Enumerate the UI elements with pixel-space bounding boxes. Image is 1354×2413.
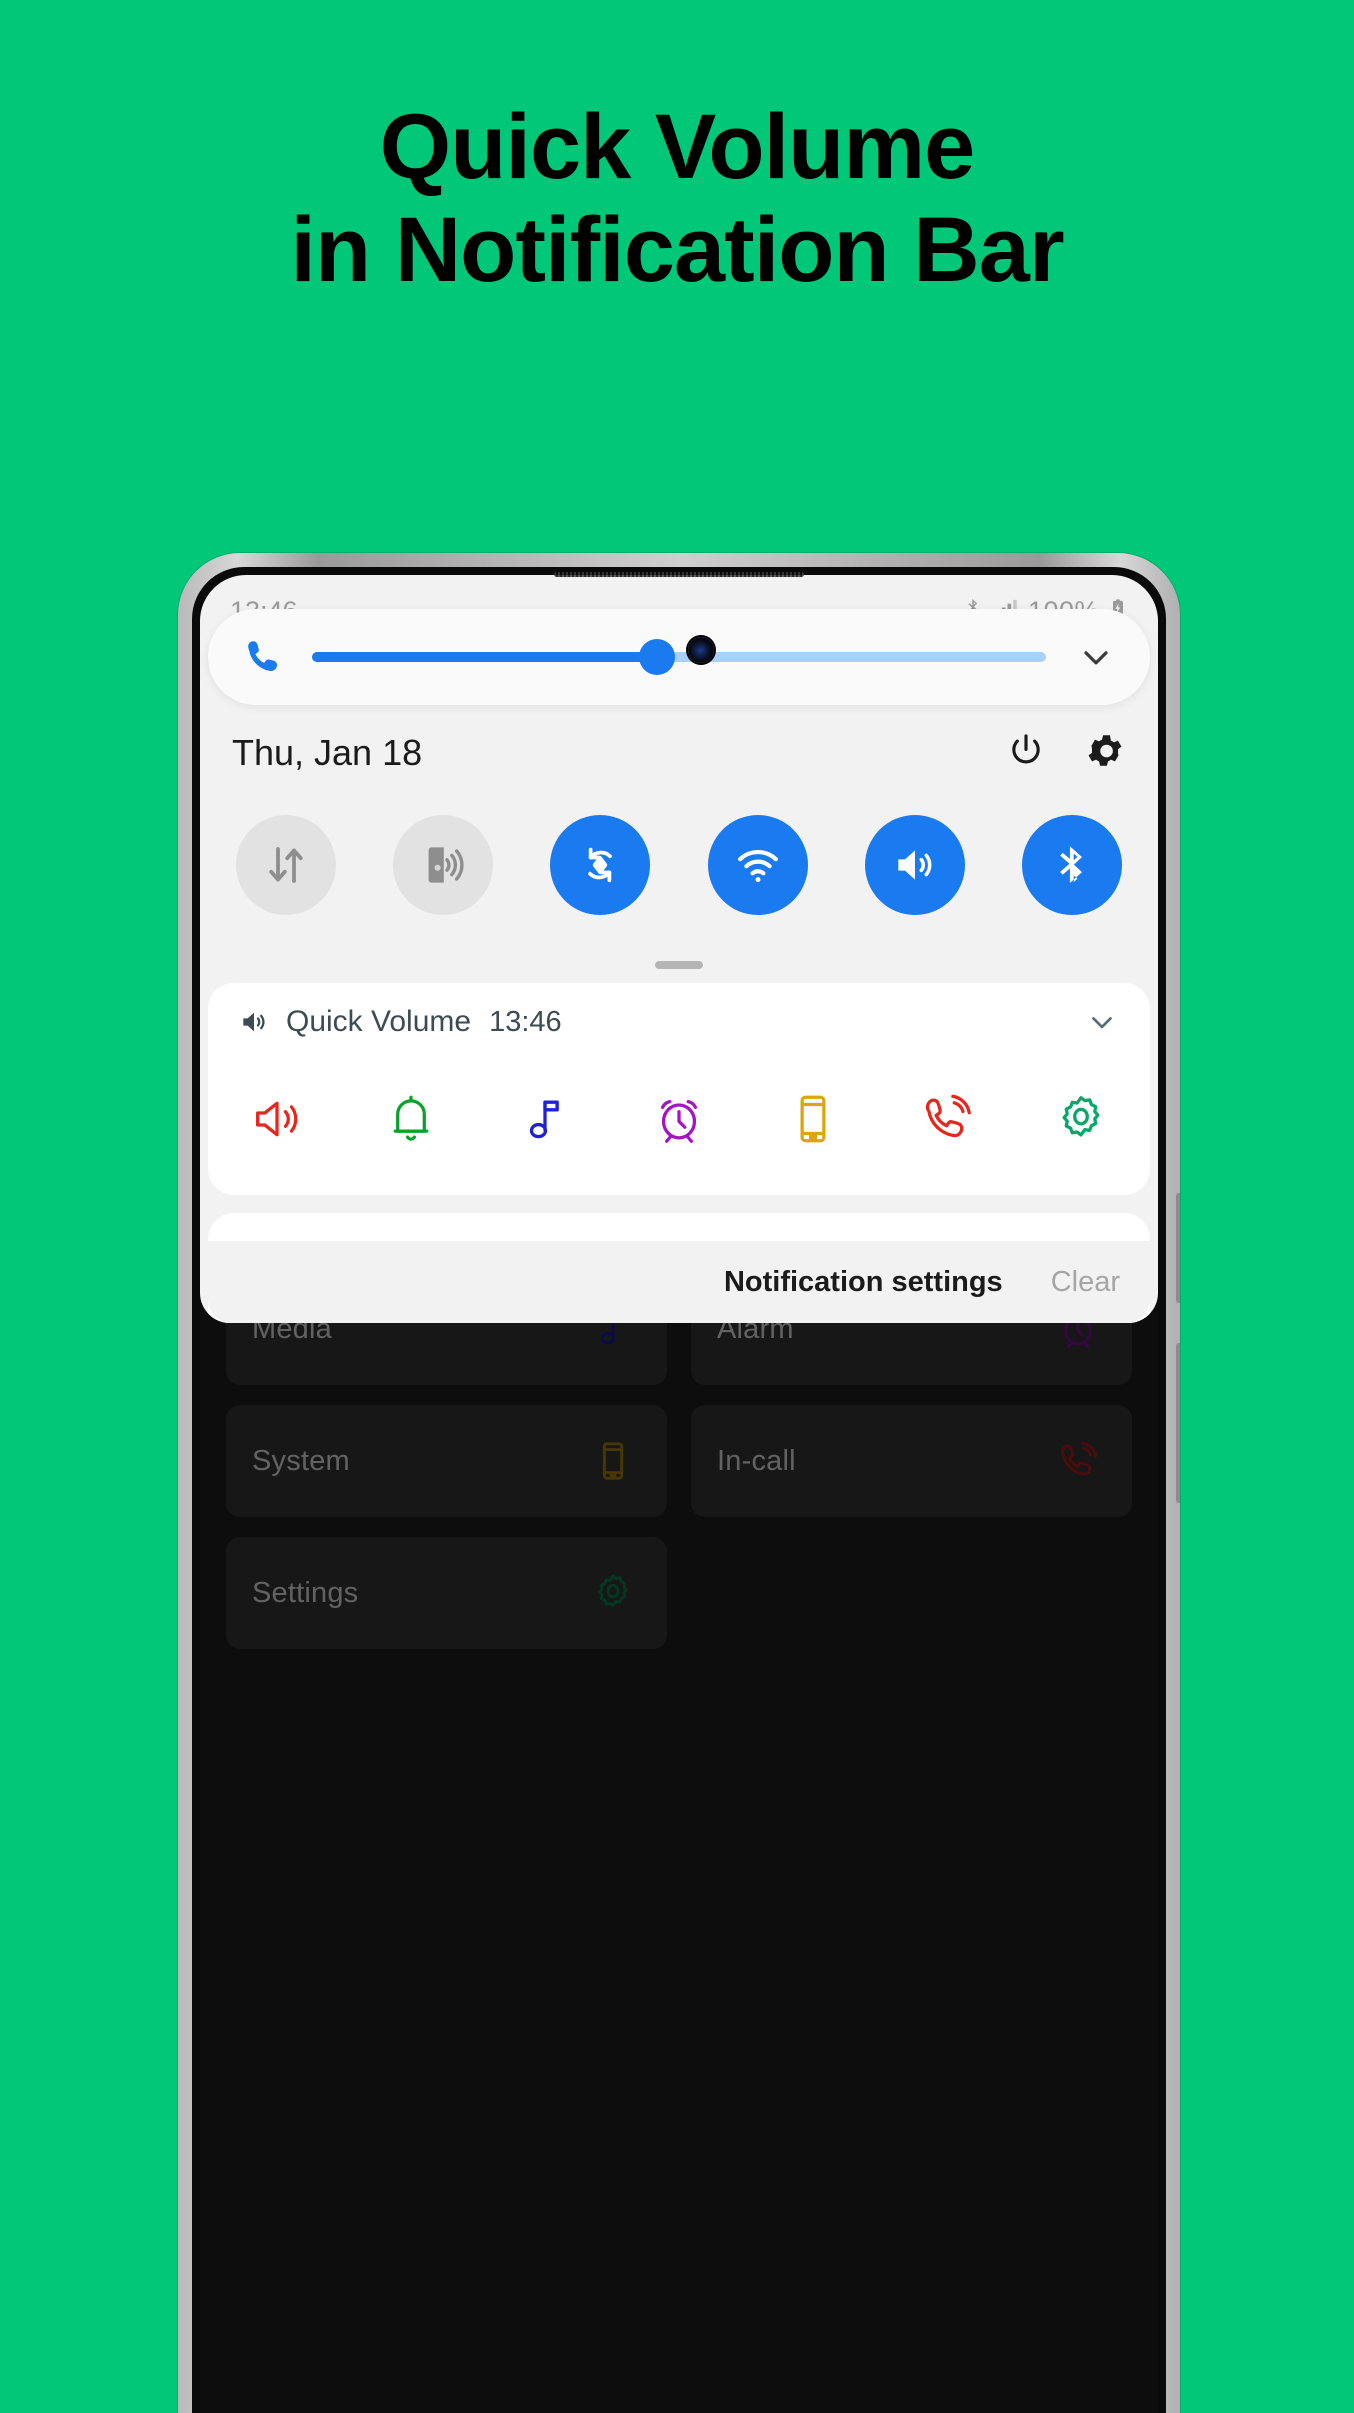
toggle-nfc[interactable]: [393, 815, 494, 915]
phone-screen: Ringtone Notification: [200, 575, 1158, 2413]
front-camera-icon: [688, 637, 714, 663]
stream-button-in-call[interactable]: [910, 1082, 984, 1156]
shade-drag-handle[interactable]: [655, 961, 703, 969]
toggle-wifi[interactable]: [707, 815, 808, 915]
quick-volume-stream-buttons: [208, 1061, 1150, 1171]
notification-shade: 13:46 100%: [200, 575, 1158, 1323]
volume-slider[interactable]: [312, 639, 1046, 675]
shade-date-row: Thu, Jan 18: [200, 721, 1158, 785]
call-volume-icon[interactable]: [234, 629, 290, 685]
phone-power-button[interactable]: [1176, 1343, 1180, 1503]
notification-time: 13:46: [489, 1005, 562, 1038]
toggle-auto-rotate[interactable]: [550, 815, 651, 915]
chevron-down-icon[interactable]: [1080, 1000, 1124, 1044]
stream-button-system[interactable]: [776, 1082, 850, 1156]
earpiece-grille-icon: [554, 572, 804, 577]
toggle-sound[interactable]: [864, 815, 965, 915]
notification-header: Quick Volume 13:46: [208, 983, 1150, 1061]
notification-settings-button[interactable]: Notification settings: [724, 1266, 1003, 1299]
slider-fill: [312, 652, 657, 662]
speaker-icon: [234, 1002, 274, 1042]
shade-footer: Notification settings Clear: [208, 1241, 1150, 1323]
slider-thumb[interactable]: [638, 639, 675, 675]
phone-volume-button[interactable]: [1176, 1193, 1180, 1303]
stream-button-settings[interactable]: [1044, 1082, 1118, 1156]
gear-icon[interactable]: [1084, 730, 1126, 777]
power-icon[interactable]: [1006, 731, 1046, 776]
phone-bezel: Ringtone Notification: [192, 567, 1166, 2413]
notification-quick-volume[interactable]: Quick Volume 13:46: [208, 983, 1150, 1195]
stream-button-ringtone[interactable]: [240, 1082, 314, 1156]
page-title-line-2: in Notification Bar: [290, 199, 1064, 302]
stream-button-media[interactable]: [508, 1082, 582, 1156]
page-title: Quick Volume in Notification Bar: [0, 96, 1354, 302]
clear-button[interactable]: Clear: [1051, 1266, 1120, 1299]
page-title-line-1: Quick Volume: [379, 96, 976, 198]
toggle-mobile-data[interactable]: [236, 815, 336, 915]
chevron-down-icon[interactable]: [1068, 629, 1124, 685]
shade-date: Thu, Jan 18: [232, 732, 423, 773]
toggle-bluetooth[interactable]: [1021, 815, 1122, 915]
shade-date-actions: [1006, 730, 1126, 777]
stream-button-notification[interactable]: [374, 1082, 448, 1156]
volume-slider-overlay[interactable]: [208, 609, 1150, 705]
silent-notifications-group: Silent notifications Android System USB …: [208, 1213, 1150, 1323]
notification-app-name: Quick Volume: [286, 1005, 472, 1038]
quick-settings-toggles: [200, 801, 1158, 929]
phone-mockup: Ringtone Notification: [178, 553, 1180, 2413]
stream-button-alarm[interactable]: [642, 1082, 716, 1156]
